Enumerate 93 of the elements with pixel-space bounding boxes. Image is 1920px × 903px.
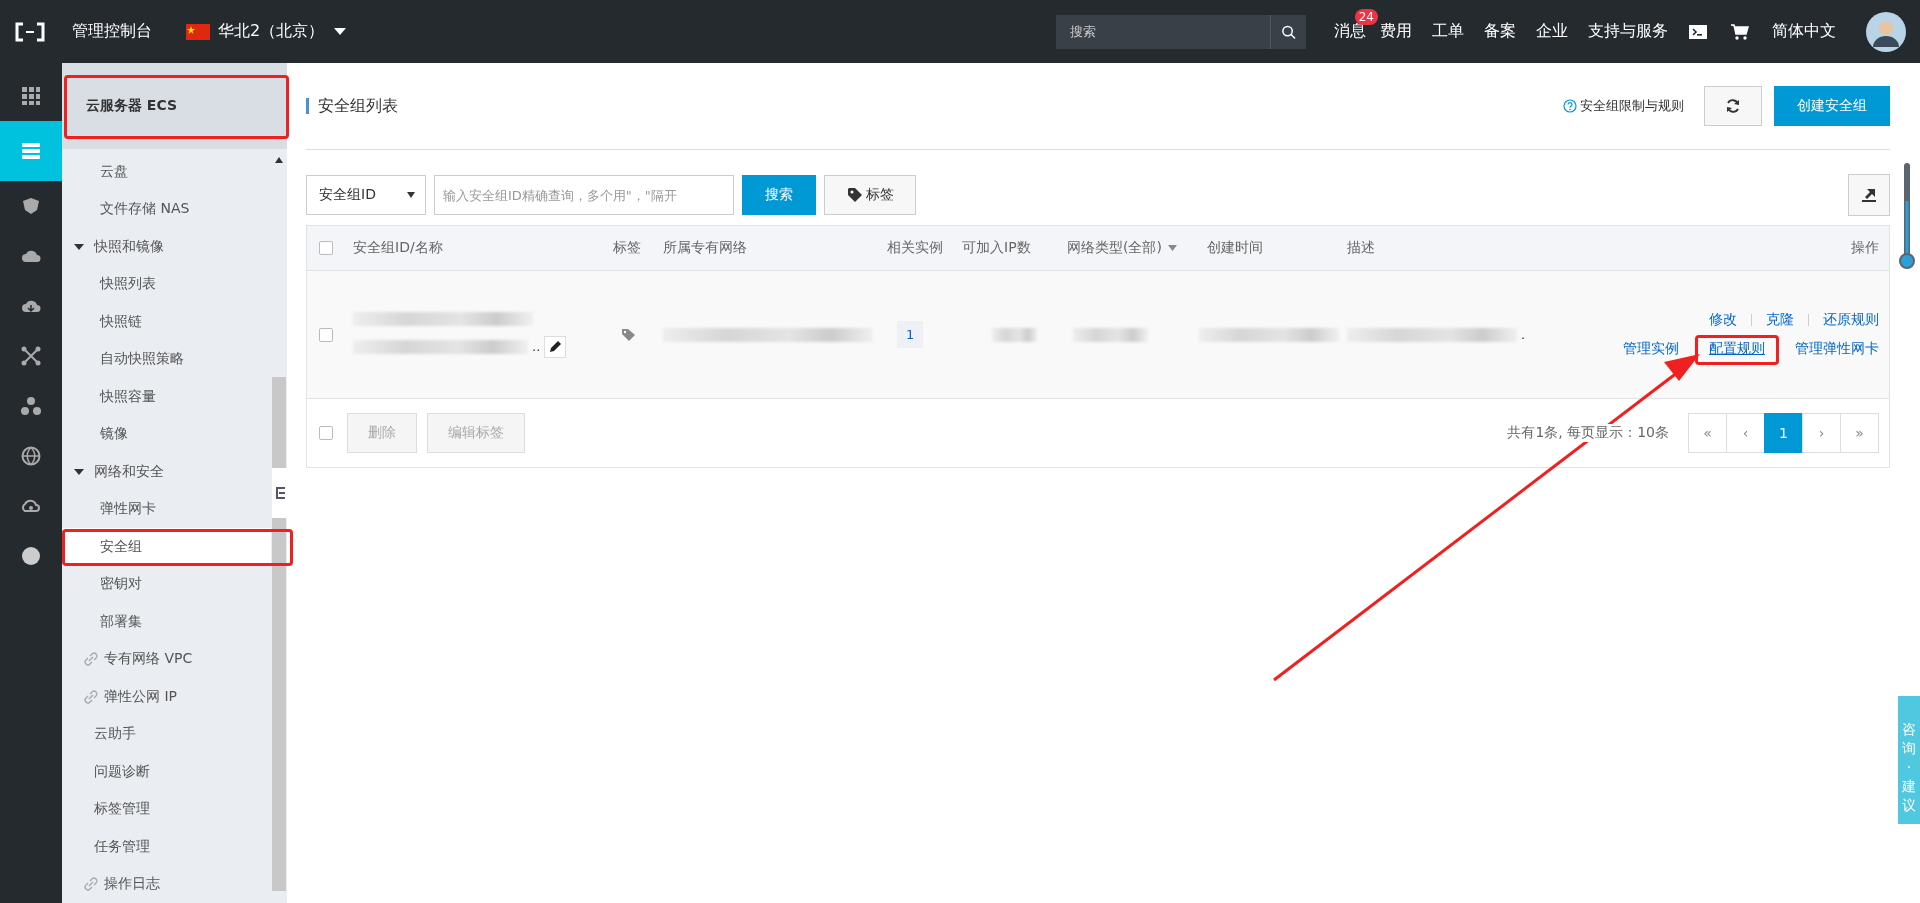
column-header: 描述 — [1347, 239, 1375, 255]
tag-icon — [846, 187, 863, 203]
terminal-icon[interactable] — [1688, 22, 1708, 41]
column-header: 相关实例 — [887, 239, 943, 255]
search-field[interactable]: 搜索 — [1056, 14, 1270, 49]
column-header: 标签 — [613, 239, 641, 255]
nav-link[interactable]: 工单 — [1432, 21, 1464, 42]
column-header: 操作 — [1851, 239, 1879, 255]
column-header[interactable]: 网络类型(全部) — [1067, 239, 1162, 257]
collapse-handle-icon[interactable] — [272, 468, 290, 518]
export-button[interactable] — [1848, 174, 1890, 216]
flag-icon — [186, 23, 210, 40]
menu-item[interactable]: 弹性公网 IP — [62, 678, 271, 716]
menu-item[interactable]: 快照链 — [62, 303, 271, 341]
grid-icon — [21, 86, 41, 106]
page-title: 安全组列表 — [306, 98, 398, 114]
edit-button[interactable] — [544, 335, 567, 358]
link-icon — [84, 689, 98, 704]
page-button[interactable]: › — [1802, 413, 1841, 453]
logo-icon[interactable] — [14, 21, 46, 42]
column-header: 可加入IP数 — [962, 239, 1031, 255]
help-link[interactable]: 安全组限制与规则 — [1563, 97, 1684, 115]
pencil-icon — [548, 339, 563, 354]
nav-link[interactable]: 费用 — [1380, 21, 1412, 42]
network-icon — [21, 346, 41, 366]
page-button[interactable]: ‹ — [1726, 413, 1765, 453]
query-field[interactable]: 输入安全组ID精确查询，多个用"，"隔开 — [434, 175, 734, 215]
help-icon — [1563, 99, 1577, 113]
scroll-indicator-icon[interactable] — [1898, 161, 1916, 271]
caret-icon[interactable] — [334, 27, 347, 36]
menu-item[interactable]: 文件存储 NAS — [62, 190, 271, 228]
language-selector[interactable]: 简体中文 — [1772, 21, 1836, 42]
avatar-icon[interactable] — [1866, 11, 1906, 52]
action-link[interactable]: 配置规则 — [1709, 340, 1765, 358]
blurred-text — [992, 327, 1037, 342]
console-title[interactable]: 管理控制台 — [72, 21, 152, 42]
menu-item[interactable]: 自动快照策略 — [62, 340, 271, 378]
menu-item[interactable]: 快照列表 — [62, 265, 271, 303]
refresh-button[interactable] — [1704, 86, 1762, 126]
menu-item[interactable]: 快照和镜像 — [62, 228, 271, 266]
nav-link[interactable]: 支持与服务 — [1588, 21, 1668, 42]
page-button[interactable]: » — [1840, 413, 1879, 453]
menu-item[interactable]: 网络和安全 — [62, 453, 271, 491]
page-button[interactable]: « — [1688, 413, 1727, 453]
action-link[interactable]: 管理弹性网卡 — [1795, 340, 1879, 358]
tag-button[interactable]: 标签 — [824, 175, 916, 215]
link-icon — [84, 652, 98, 667]
pagination-summary: 共有1条, 每页显示：10条 — [1507, 424, 1669, 442]
cart-icon[interactable] — [1730, 22, 1750, 41]
select-all-checkbox[interactable] — [319, 426, 333, 440]
truncated-text: . — [1521, 327, 1526, 342]
scroll-up-icon[interactable] — [275, 157, 283, 163]
region-selector[interactable]: 华北2（北京） — [218, 21, 325, 42]
action-link[interactable]: 克隆 — [1766, 311, 1794, 329]
menu-item[interactable]: 云助手 — [62, 715, 271, 753]
action-link[interactable]: 管理实例 — [1623, 340, 1679, 358]
export-icon — [1861, 187, 1877, 203]
menu-item[interactable]: 云盘 — [62, 153, 271, 191]
instance-count-link[interactable]: 1 — [897, 321, 924, 348]
globe-icon — [21, 446, 41, 466]
caret-icon — [407, 192, 415, 198]
link-icon — [84, 877, 98, 892]
shield-icon — [21, 196, 41, 216]
search-icon[interactable] — [1270, 14, 1306, 49]
action-link[interactable]: 修改 — [1709, 311, 1737, 329]
filter-select[interactable]: 安全组ID — [306, 175, 426, 215]
menu-item[interactable]: 部署集 — [62, 603, 271, 641]
sidebar-title: 云服务器 ECS — [86, 97, 178, 115]
menu-item[interactable]: 镜像 — [62, 415, 271, 453]
menu-item[interactable]: 专有网络 VPC — [62, 640, 271, 678]
menu-item[interactable]: 密钥对 — [62, 565, 271, 603]
column-header: 安全组ID/名称 — [353, 239, 443, 255]
server-icon — [21, 141, 41, 161]
truncated-text: .. — [532, 339, 541, 354]
triangle-down-icon — [74, 241, 84, 252]
menu-item[interactable]: 标签管理 — [62, 790, 271, 828]
menu-item[interactable]: 弹性网卡 — [62, 490, 271, 528]
triangle-down-icon — [74, 466, 84, 477]
circle-icon — [21, 546, 41, 566]
menu-item[interactable]: 任务管理 — [62, 828, 271, 866]
cluster-icon — [21, 396, 41, 416]
row-checkbox[interactable] — [319, 327, 333, 342]
column-header: 所属专有网络 — [663, 239, 747, 255]
menu-item[interactable]: 问题诊断 — [62, 753, 271, 791]
refresh-icon — [1725, 98, 1741, 114]
column-header: 创建时间 — [1207, 239, 1263, 255]
action-link[interactable]: 还原规则 — [1823, 311, 1879, 329]
tag-icon[interactable] — [621, 327, 637, 342]
nav-link[interactable]: 备案 — [1484, 21, 1516, 42]
menu-item[interactable]: 快照容量 — [62, 378, 271, 416]
nav-link[interactable]: 企业 — [1536, 21, 1568, 42]
menu-item[interactable]: 操作日志 — [62, 865, 271, 903]
select-all-checkbox[interactable] — [319, 241, 333, 255]
